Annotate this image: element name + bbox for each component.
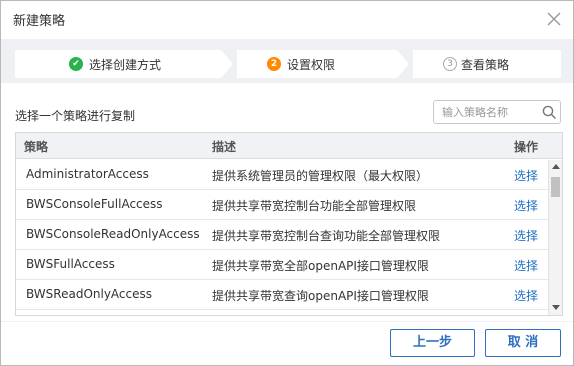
policy-description: 提供共享带宽控制台功能全部管理权限 bbox=[212, 199, 417, 213]
step-number-icon: 3 bbox=[443, 57, 457, 71]
table-body: AdministratorAccess 提供系统管理员的管理权限（最大权限） 选… bbox=[16, 160, 548, 310]
table-row: BWSReadOnlyAccess 提供共享带宽查询openAPI接口管理权限 … bbox=[16, 280, 548, 310]
table-scrollbar[interactable] bbox=[548, 160, 562, 315]
scroll-thumb[interactable] bbox=[551, 177, 560, 197]
column-header-description: 描述 bbox=[212, 140, 237, 154]
step-label: 选择创建方式 bbox=[89, 58, 162, 72]
step-select-creation-method: ✔ 选择创建方式 bbox=[15, 50, 221, 78]
dialog-title-bar: 新建策略 bbox=[1, 1, 573, 37]
step-arrow bbox=[221, 50, 233, 78]
step-label: 设置权限 bbox=[287, 58, 336, 72]
policy-description: 提供系统管理员的管理权限（最大权限） bbox=[212, 169, 429, 183]
table-row: AdministratorAccess 提供系统管理员的管理权限（最大权限） 选… bbox=[16, 160, 548, 190]
new-policy-dialog: 新建策略 ✔ 选择创建方式 2 设置权限 3 查看策略 选择一个策略进行复制 输… bbox=[0, 0, 574, 366]
step-indicator: ✔ 选择创建方式 2 设置权限 3 查看策略 bbox=[1, 39, 573, 83]
policy-description: 提供共享带宽控制台查询功能全部管理权限 bbox=[212, 229, 441, 243]
policy-search-box bbox=[433, 100, 561, 124]
policy-name: BWSConsoleReadOnlyAccess bbox=[26, 227, 200, 241]
table-row: BWSFullAccess 提供共享带宽全部openAPI接口管理权限 选择 bbox=[16, 250, 548, 280]
policy-name: AdministratorAccess bbox=[26, 167, 149, 181]
select-link[interactable]: 选择 bbox=[514, 257, 538, 274]
select-link[interactable]: 选择 bbox=[514, 287, 538, 304]
policy-description: 提供共享带宽全部openAPI接口管理权限 bbox=[212, 259, 429, 273]
select-link[interactable]: 选择 bbox=[514, 167, 538, 184]
table-row: BWSConsoleFullAccess 提供共享带宽控制台功能全部管理权限 选… bbox=[16, 190, 548, 220]
footer-divider bbox=[1, 321, 573, 322]
step-set-permissions: 2 设置权限 bbox=[237, 50, 397, 78]
table-header: 策略 描述 操作 bbox=[16, 133, 562, 159]
step-label: 查看策略 bbox=[461, 58, 510, 72]
policy-description: 提供共享带宽查询openAPI接口管理权限 bbox=[212, 289, 429, 303]
previous-step-button[interactable]: 上一步 bbox=[390, 329, 475, 357]
scroll-up-arrow-icon[interactable] bbox=[552, 164, 560, 169]
column-header-operation: 操作 bbox=[514, 140, 539, 154]
table-row: BWSConsoleReadOnlyAccess 提供共享带宽控制台查询功能全部… bbox=[16, 220, 548, 250]
select-link[interactable]: 选择 bbox=[514, 197, 538, 214]
policy-table: 策略 描述 操作 AdministratorAccess 提供系统管理员的管理权… bbox=[15, 132, 563, 316]
policy-search-input[interactable] bbox=[442, 103, 538, 121]
dialog-title: 新建策略 bbox=[13, 14, 66, 29]
select-link[interactable]: 选择 bbox=[514, 227, 538, 244]
step-number-icon: 2 bbox=[267, 57, 281, 71]
policy-name: BWSFullAccess bbox=[26, 257, 115, 271]
search-icon[interactable] bbox=[542, 105, 557, 120]
check-icon: ✔ bbox=[69, 57, 83, 71]
cancel-button[interactable]: 取 消 bbox=[485, 329, 561, 357]
policy-name: BWSConsoleFullAccess bbox=[26, 197, 163, 211]
step-arrow bbox=[397, 50, 409, 78]
column-header-policy: 策略 bbox=[24, 140, 49, 154]
scroll-down-arrow-icon[interactable] bbox=[552, 305, 560, 310]
policy-name: BWSReadOnlyAccess bbox=[26, 287, 153, 301]
close-icon[interactable] bbox=[543, 8, 565, 30]
copy-policy-label: 选择一个策略进行复制 bbox=[15, 109, 136, 123]
step-view-policy: 3 查看策略 bbox=[413, 50, 561, 78]
